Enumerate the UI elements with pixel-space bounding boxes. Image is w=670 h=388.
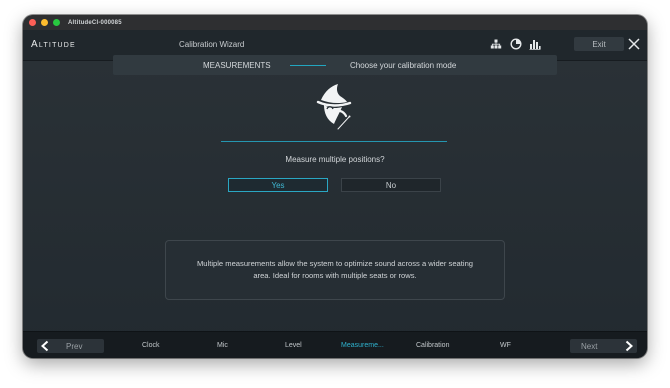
- minimize-window-button[interactable]: [41, 19, 48, 26]
- yes-button[interactable]: Yes: [228, 178, 328, 192]
- prev-button[interactable]: Prev: [37, 339, 104, 353]
- wizard-icon: [316, 84, 352, 130]
- app-window: AltitudeCI-000085 Altitude Calibration W…: [23, 15, 647, 358]
- page-title: Calibration Wizard: [179, 40, 245, 49]
- info-text-line: area. Ideal for rooms with multiple seat…: [253, 271, 417, 280]
- info-text: Multiple measurements allow the system t…: [197, 258, 473, 282]
- nav-step-calibration[interactable]: Calibration: [416, 342, 449, 349]
- step-section-label: MEASUREMENTS: [203, 61, 271, 70]
- step-description: Choose your calibration mode: [350, 61, 457, 70]
- step-connector-line: [290, 65, 326, 66]
- zoom-window-button[interactable]: [53, 19, 60, 26]
- bar-levels-icon[interactable]: [529, 38, 541, 50]
- nav-step-wf[interactable]: WF: [500, 342, 511, 349]
- no-button[interactable]: No: [341, 178, 441, 192]
- info-panel: Multiple measurements allow the system t…: [165, 240, 505, 300]
- nav-step-measurements[interactable]: Measureme...: [341, 342, 384, 349]
- nav-step-clock[interactable]: Clock: [142, 342, 160, 349]
- section-divider: [221, 141, 447, 142]
- window-titlebar: AltitudeCI-000085: [23, 15, 647, 30]
- close-window-button[interactable]: [29, 19, 36, 26]
- next-button[interactable]: Next: [570, 339, 637, 353]
- app-logo: Altitude: [31, 39, 76, 50]
- network-icon[interactable]: [490, 38, 502, 50]
- window-title: AltitudeCI-000085: [68, 19, 122, 26]
- nav-step-mic[interactable]: Mic: [217, 342, 228, 349]
- nav-step-level[interactable]: Level: [285, 342, 302, 349]
- next-label: Next: [581, 342, 598, 351]
- wizard-footer: Prev Clock Mic Level Measureme... Calibr…: [23, 331, 647, 358]
- question-label: Measure multiple positions?: [285, 155, 385, 164]
- info-text-line: Multiple measurements allow the system t…: [196, 259, 474, 268]
- exit-button[interactable]: Exit: [574, 37, 624, 51]
- wizard-step-bar: MEASUREMENTS Choose your calibration mod…: [113, 55, 557, 75]
- speaker-icon[interactable]: [510, 38, 522, 50]
- close-icon[interactable]: [627, 37, 641, 51]
- chevron-left-icon: [41, 340, 49, 352]
- prev-label: Prev: [66, 342, 83, 351]
- chevron-right-icon: [625, 340, 633, 352]
